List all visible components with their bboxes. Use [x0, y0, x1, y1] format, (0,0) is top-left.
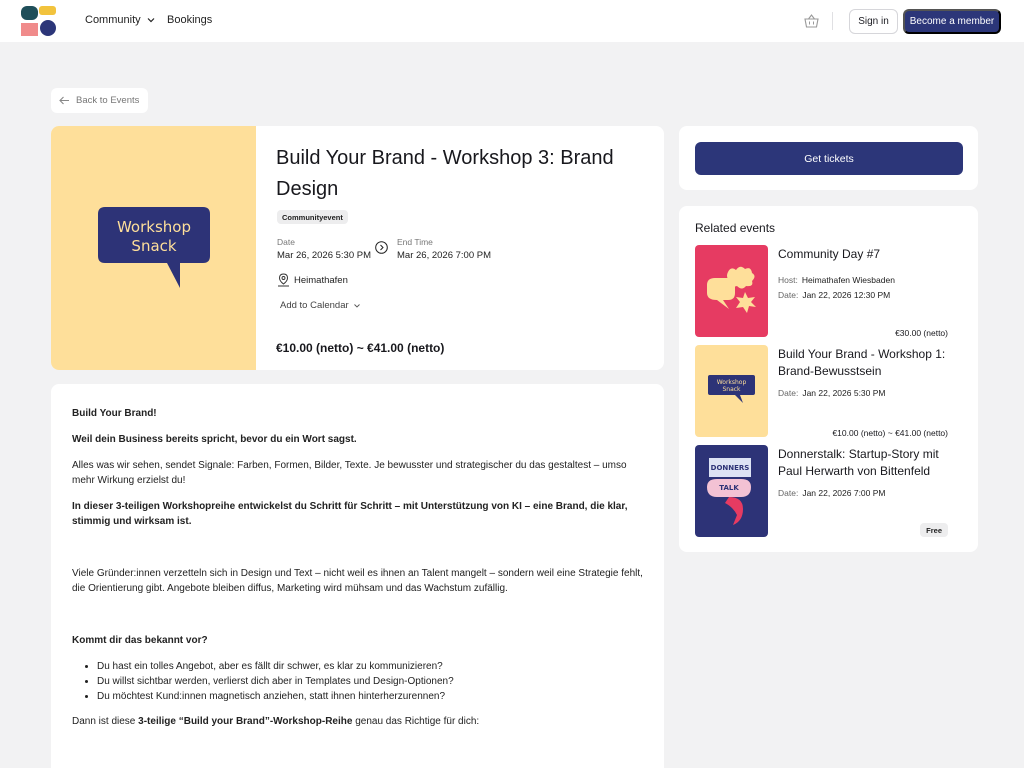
event-card: Workshop Snack Build Your Brand - Worksh…	[51, 126, 664, 370]
list-item: Du hast ein tolles Angebot, aber es fäll…	[97, 659, 644, 674]
related-event-price: €30.00 (netto)	[895, 328, 948, 338]
add-to-calendar-label: Add to Calendar	[280, 300, 349, 311]
related-event-name: Community Day #7	[778, 247, 881, 261]
add-to-calendar-dropdown[interactable]: Add to Calendar	[280, 300, 360, 311]
list-item: Du möchtest Kund:innen magnetisch anzieh…	[97, 689, 644, 704]
desc-question: Kommt dir das bekannt vor?	[72, 635, 208, 646]
end-time-value: Mar 26, 2026 7:00 PM	[397, 250, 491, 261]
thumb-text-line2: Snack	[722, 386, 741, 393]
related-event-date: Date: Jan 22, 2026 12:30 PM	[778, 290, 891, 300]
desc-tagline: Weil dein Business bereits spricht, bevo…	[72, 434, 357, 445]
date-label: Date	[277, 237, 295, 247]
free-badge: Free	[920, 523, 948, 537]
speech-bubble-icon: Workshop Snack	[98, 207, 210, 288]
desc-paragraph: Alles was wir sehen, sendet Signale: Far…	[72, 460, 627, 486]
image-text-line1: Workshop	[117, 218, 191, 236]
header-divider	[832, 12, 833, 30]
desc-paragraph: In dieser 3-teiligen Workshopreihe entwi…	[72, 501, 628, 527]
related-event-host: Host: Heimathafen Wiesbaden	[778, 275, 895, 285]
related-event-thumbnail: Workshop Snack	[695, 345, 768, 437]
tickets-card: Get tickets	[679, 126, 978, 190]
desc-heading: Build Your Brand!	[72, 408, 157, 419]
venue-name: Heimathafen	[294, 275, 348, 286]
related-events-panel: Related events Community Day #7 Host: Hei…	[679, 206, 978, 552]
nav-community[interactable]: Community	[85, 14, 155, 26]
basket-icon[interactable]	[804, 14, 819, 28]
back-label: Back to Events	[76, 95, 140, 106]
become-member-button[interactable]: Become a member	[903, 9, 1001, 34]
related-event-name: Build Your Brand - Workshop 1: Brand-Bew…	[778, 347, 946, 378]
chevron-down-icon	[353, 303, 360, 308]
nav-bookings[interactable]: Bookings	[167, 14, 212, 26]
category-badge: Communityevent	[277, 210, 348, 224]
desc-bullet-list: Du hast ein tolles Angebot, aber es fäll…	[97, 659, 644, 704]
top-header: Community Bookings Sign in Become a memb…	[0, 0, 1024, 42]
get-tickets-button[interactable]: Get tickets	[695, 142, 963, 175]
event-image: Workshop Snack	[51, 126, 256, 370]
thumb-text-line1: Workshop	[717, 379, 747, 386]
brand-logo-icon[interactable]	[20, 5, 58, 37]
arrow-left-icon	[59, 96, 69, 105]
nav-community-label: Community	[85, 14, 141, 26]
event-title: Build Your Brand - Workshop 3: Brand Des…	[276, 147, 614, 200]
location-pin-icon	[278, 273, 289, 287]
related-event-date: Date: Jan 22, 2026 5:30 PM	[778, 388, 886, 398]
related-event-name: Donnerstalk: Startup-Story mit Paul Herw…	[778, 447, 939, 478]
thumb-text-line2: TALK	[719, 484, 739, 492]
date-value: Mar 26, 2026 5:30 PM	[277, 250, 371, 261]
sign-in-button[interactable]: Sign in	[849, 9, 898, 34]
related-event-item[interactable]: Workshop Snack Build Your Brand - Worksh…	[695, 345, 963, 438]
desc-paragraph: Viele Gründer:innen verzetteln sich in D…	[72, 568, 643, 594]
related-event-item[interactable]: DONNERS TALK Donnerstalk: Startup-Story …	[695, 445, 963, 537]
chevron-down-icon	[147, 18, 155, 23]
speech-bubble-icon: Workshop Snack	[708, 375, 755, 403]
speech-bubble-icon: DONNERS TALK	[707, 458, 751, 525]
related-events-title: Related events	[695, 221, 776, 235]
arrow-right-circle-icon	[375, 241, 388, 254]
end-time-label: End Time	[397, 237, 433, 247]
desc-paragraph: Dann ist diese 3-teilige “Build your Bra…	[72, 716, 480, 727]
related-event-thumbnail: DONNERS TALK	[695, 445, 768, 537]
image-text-line2: Snack	[131, 237, 176, 255]
related-event-date: Date: Jan 22, 2026 7:00 PM	[778, 488, 886, 498]
thumb-text-line1: DONNERS	[711, 464, 750, 472]
related-event-item[interactable]: Community Day #7 Host: Heimathafen Wiesba…	[695, 245, 963, 338]
list-item: Du willst sichtbar werden, verlierst dic…	[97, 674, 644, 689]
back-to-events-link[interactable]: Back to Events	[51, 88, 148, 113]
speech-bubbles-icon	[707, 266, 756, 313]
related-event-price: €10.00 (netto) ~ €41.00 (netto)	[832, 428, 948, 438]
related-event-thumbnail	[695, 245, 768, 337]
event-description: Build Your Brand! Weil dein Business ber…	[51, 384, 664, 768]
event-price: €10.00 (netto) ~ €41.00 (netto)	[276, 341, 445, 355]
